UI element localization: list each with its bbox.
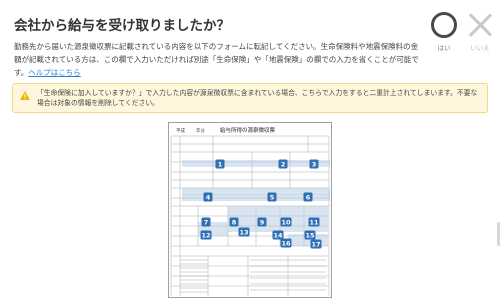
no-label: いいえ — [470, 44, 490, 52]
form-marker-label: 15 — [305, 231, 315, 239]
form-marker-label: 5 — [270, 193, 275, 201]
form-marker-label: 17 — [311, 240, 320, 248]
warning-text: 「生命保険に加入していますか？」で入力した内容が源泉徴収票に含まれている場合、こ… — [37, 89, 478, 107]
warning-banner: 「生命保険に加入していますか？」で入力した内容が源泉徴収票に含まれている場合、こ… — [12, 83, 488, 113]
slip-year-left: 平成 — [176, 127, 185, 134]
form-marker-label: 13 — [239, 228, 248, 236]
withholding-slip-image: 平成 年分 給与所得の源泉徴収票 1 2 3 4 5 6 7 8 9 10 11 12 13 14 15 16… — [168, 122, 332, 298]
no-button[interactable]: いいえ — [460, 12, 500, 52]
form-marker-label: 16 — [281, 239, 291, 247]
form-marker-label: 2 — [281, 160, 286, 168]
form-highlight-band — [182, 160, 330, 167]
yes-button[interactable]: はい — [424, 12, 464, 52]
form-marker-label: 1 — [218, 160, 223, 168]
slip-year-right: 年分 — [196, 127, 205, 134]
warning-triangle-icon — [20, 91, 30, 100]
form-marker-label: 12 — [201, 231, 210, 239]
form-marker-label: 10 — [281, 218, 291, 226]
form-marker-label: 3 — [312, 160, 317, 168]
form-marker-label: 14 — [273, 231, 283, 239]
cross-icon — [467, 12, 493, 38]
dialog-title: 会社から給与を受け取りましたか？ — [14, 18, 230, 34]
slip-title: 給与所得の源泉徴収票 — [220, 126, 276, 134]
dialog-description: 勤務先から届いた源泉徴収票に記載されている内容を以下のフォームに転記してください… — [14, 40, 424, 79]
form-marker-label: 7 — [204, 218, 209, 226]
withholding-slip-figure: 平成 年分 給与所得の源泉徴収票 1 2 34 5 67 8 9 10 1112 13 14 1516… — [168, 122, 332, 298]
form-marker-label: 11 — [309, 218, 319, 226]
form-marker-label: 8 — [232, 218, 237, 226]
circle-icon — [431, 12, 457, 38]
form-marker-label: 9 — [260, 218, 265, 226]
yes-label: はい — [437, 44, 451, 52]
form-marker-label: 4 — [206, 193, 211, 201]
help-link[interactable]: ヘルプはこちら — [28, 68, 81, 77]
form-marker-label: 6 — [306, 193, 311, 201]
